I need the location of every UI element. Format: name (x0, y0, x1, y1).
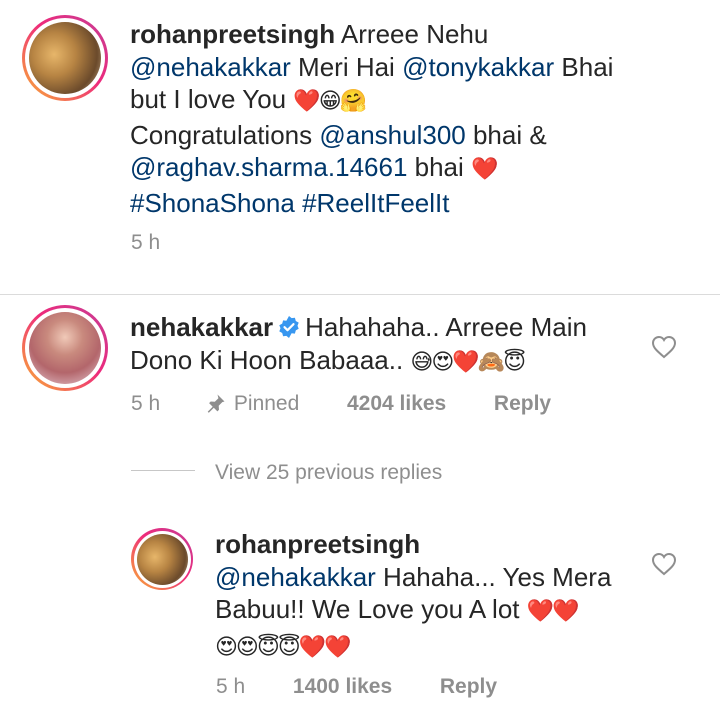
mention-link[interactable]: @tonykakkar (402, 52, 554, 82)
avatar-rohanpreetsingh[interactable] (131, 528, 193, 590)
replies-line (131, 470, 195, 471)
pinned-label: Pinned (233, 392, 300, 415)
reply-button[interactable]: Reply (440, 675, 497, 698)
emoji: ❤️ (471, 157, 498, 182)
comment-text: Meri Hai (290, 51, 403, 82)
reply-body: rohanpreetsingh @nehakakkar Hahaha... Ye… (215, 528, 635, 664)
emoji: ❤️😁🤗 (293, 89, 367, 114)
avatar-nehakakkar[interactable] (22, 305, 108, 391)
timestamp: 5 h (131, 231, 161, 254)
hashtag-link[interactable]: #ReelItFeelIt (302, 188, 449, 218)
comment-meta: 5 h (131, 229, 160, 257)
avatar-rohanpreetsingh[interactable] (22, 15, 108, 101)
comment-text: Congratulations (130, 119, 320, 150)
like-heart-icon[interactable] (651, 552, 677, 576)
view-previous-replies-button[interactable]: View 25 previous replies (215, 459, 442, 487)
timestamp: 5 h (131, 392, 161, 415)
username[interactable]: nehakakkar (130, 312, 273, 342)
comment-text: bhai (407, 152, 472, 182)
reply-meta: 5 h 1400 likes Reply (216, 673, 676, 701)
timestamp: 5 h (216, 675, 246, 698)
comment-text: bhai & (465, 119, 547, 150)
comment-body: nehakakkar Hahahaha.. Arreee Main Dono Ki… (130, 311, 640, 379)
username[interactable]: rohanpreetsingh (130, 19, 335, 49)
verified-badge-icon (279, 316, 299, 338)
pin-icon (207, 394, 225, 413)
likes-count[interactable]: 1400 likes (293, 675, 392, 698)
like-heart-icon[interactable] (651, 335, 677, 359)
emoji: 😅😍❤️🙈😇 (410, 349, 526, 375)
mention-link[interactable]: @raghav.sharma.14661 (130, 152, 407, 182)
emoji: ❤️❤️ (526, 599, 580, 624)
mention-link[interactable]: @anshul300 (319, 120, 465, 150)
reply-button[interactable]: Reply (494, 392, 551, 415)
divider (0, 294, 720, 295)
username[interactable]: rohanpreetsingh (215, 529, 420, 559)
comment-meta: 5 h Pinned 4204 likes Reply (131, 390, 691, 418)
mention-link[interactable]: @nehakakkar (215, 562, 376, 592)
hashtag-link[interactable]: #ShonaShona (130, 188, 295, 218)
likes-count[interactable]: 4204 likes (347, 392, 446, 415)
comment-text: Arreee Nehu (335, 19, 489, 49)
mention-link[interactable]: @nehakakkar (130, 52, 291, 82)
emoji: 😍😍😇😇❤️❤️ (215, 634, 352, 660)
comment-body: rohanpreetsingh Arreee Nehu @nehakakkar … (130, 18, 650, 219)
